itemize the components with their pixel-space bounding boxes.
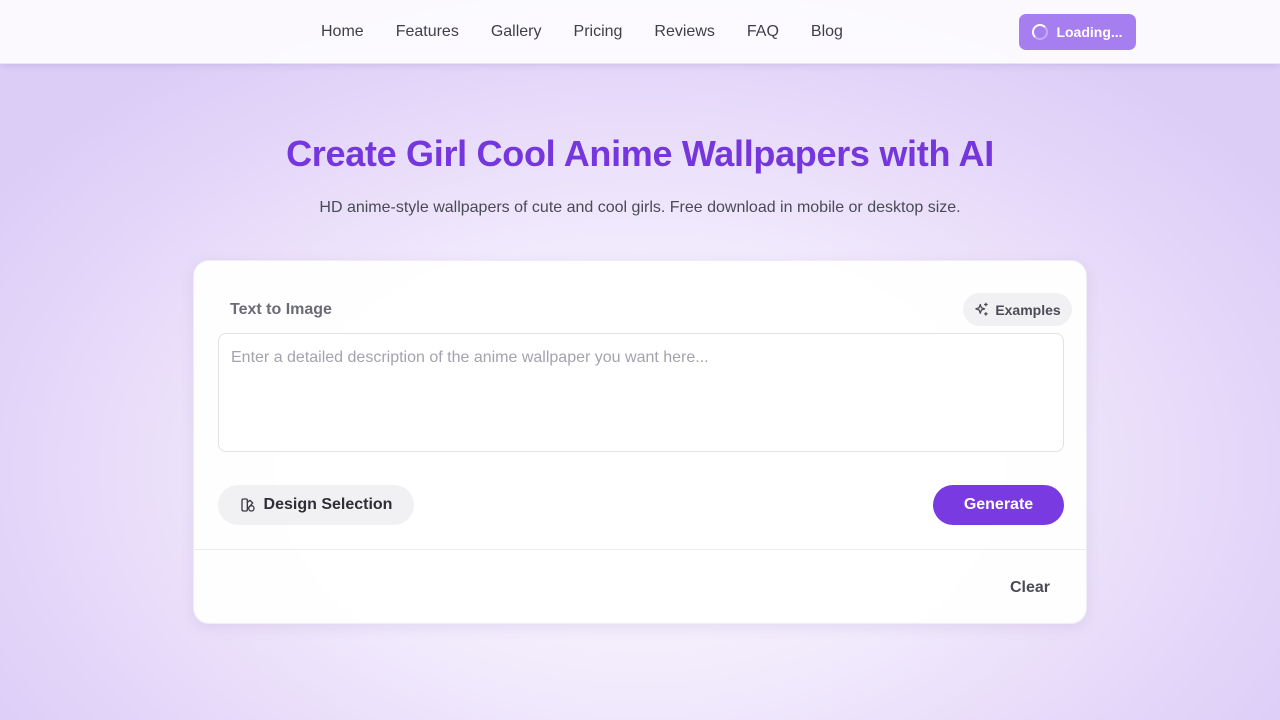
mode-label: Text to Image <box>230 301 332 318</box>
spinner-icon <box>1032 24 1049 40</box>
nav-link-faq[interactable]: FAQ <box>731 23 795 41</box>
design-selection-button[interactable]: Design Selection <box>218 485 414 525</box>
prompt-input[interactable] <box>218 333 1064 452</box>
nav-link-features[interactable]: Features <box>380 23 475 41</box>
design-icon <box>240 497 256 513</box>
generate-button[interactable]: Generate <box>933 485 1064 525</box>
clear-button[interactable]: Clear <box>1000 575 1060 601</box>
loading-button[interactable]: Loading... <box>1019 14 1136 50</box>
nav-link-blog[interactable]: Blog <box>795 23 859 41</box>
page-title: Create Girl Cool Anime Wallpapers with A… <box>286 133 994 174</box>
card-divider <box>194 549 1086 550</box>
page-subtitle: HD anime-style wallpapers of cute and co… <box>319 199 961 216</box>
loading-label: Loading... <box>1056 24 1123 40</box>
examples-label: Examples <box>995 301 1061 318</box>
design-selection-label: Design Selection <box>263 496 393 513</box>
examples-button[interactable]: Examples <box>963 293 1072 326</box>
nav-link-home[interactable]: Home <box>305 23 380 41</box>
nav-link-pricing[interactable]: Pricing <box>558 23 639 41</box>
top-navbar: Home Features Gallery Pricing Reviews FA… <box>0 0 1280 64</box>
nav-link-gallery[interactable]: Gallery <box>475 23 558 41</box>
sparkles-icon <box>974 302 989 317</box>
main-nav: Home Features Gallery Pricing Reviews FA… <box>305 0 859 64</box>
nav-link-reviews[interactable]: Reviews <box>638 23 730 41</box>
generator-card: Text to Image Examples Design Selection … <box>193 260 1087 624</box>
